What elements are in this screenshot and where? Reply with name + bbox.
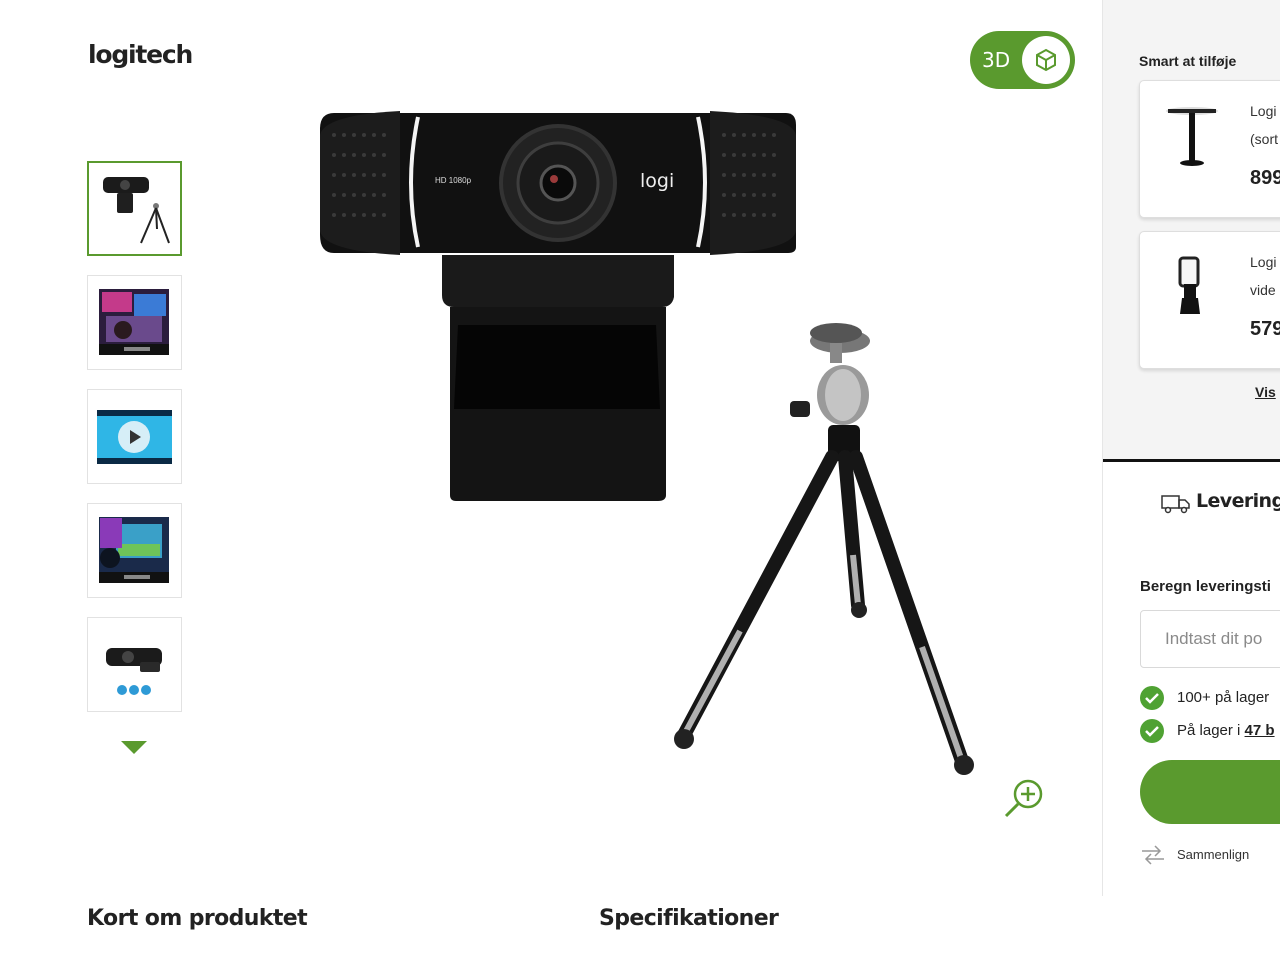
right-panel: Smart at tilføje Logi (sort 899 Logi vid… — [1102, 0, 1280, 896]
stores-link[interactable]: 47 b — [1245, 722, 1275, 739]
accessory-name-2: vide — [1250, 282, 1276, 298]
check-icon — [1140, 719, 1164, 743]
camera-logo: logi — [640, 170, 674, 192]
stock-status-stores: På lager i 47 b — [1140, 719, 1280, 743]
stock-text-prefix: På lager i — [1177, 722, 1245, 739]
stand-icon — [1166, 107, 1218, 166]
compare-button[interactable]: Sammenlign — [1140, 842, 1280, 868]
thumb-gaming-screen[interactable] — [87, 503, 182, 598]
accessory-card[interactable]: Logi (sort 899 — [1139, 80, 1280, 218]
stock-status-online: 100+ på lager — [1140, 686, 1280, 710]
accessory-name-2: (sort — [1250, 131, 1278, 147]
thumb-gaming-setup[interactable] — [87, 275, 182, 370]
check-icon — [1140, 686, 1164, 710]
postal-code-input[interactable] — [1140, 610, 1280, 668]
thumbnail-list — [87, 161, 183, 731]
delivery-panel: Levering Beregn leveringsti 100+ på lage… — [1103, 459, 1280, 896]
accessory-card[interactable]: Logi vide 579 — [1139, 231, 1280, 369]
product-main-image: HD 1080p logi — [320, 111, 974, 775]
view-3d-label: 3D — [982, 48, 1011, 72]
overview-section-title[interactable]: Kort om produktet — [87, 906, 308, 931]
add-to-cart-button[interactable] — [1140, 760, 1280, 824]
accessory-name: Logi — [1250, 254, 1277, 270]
accessory-price: 899 — [1250, 167, 1280, 189]
thumb-video[interactable] — [87, 389, 182, 484]
chevron-down-icon[interactable] — [120, 740, 148, 756]
camera-label: HD 1080p — [435, 176, 472, 185]
specs-section-title[interactable]: Specifikationer — [599, 906, 779, 931]
accessories-title: Smart at tilføje — [1139, 53, 1237, 69]
show-all-accessories-link[interactable]: Vis — [1255, 384, 1276, 400]
light-icon — [1178, 256, 1200, 314]
compare-label: Sammenlign — [1177, 847, 1250, 862]
zoom-in-icon[interactable] — [1002, 776, 1046, 820]
product-page: logitech HD 1080p logi 3D Kort om produk… — [0, 0, 1280, 960]
logitech-logo[interactable]: logitech — [88, 40, 193, 69]
stock-text: 100+ på lager — [1177, 689, 1270, 706]
stock-text: På lager i 47 b — [1177, 722, 1275, 739]
3d-cube-icon — [1022, 36, 1070, 84]
truck-icon — [1161, 495, 1190, 514]
accessory-price: 579 — [1250, 318, 1280, 340]
thumb-webcam-more[interactable] — [87, 617, 182, 712]
delivery-subtitle: Beregn leveringsti — [1140, 578, 1271, 595]
thumb-webcam-tripod[interactable] — [87, 161, 182, 256]
accessory-name: Logi — [1250, 103, 1277, 119]
view-3d-button[interactable]: 3D — [970, 31, 1075, 89]
compare-icon — [1142, 845, 1164, 865]
delivery-title: Levering — [1196, 490, 1280, 512]
